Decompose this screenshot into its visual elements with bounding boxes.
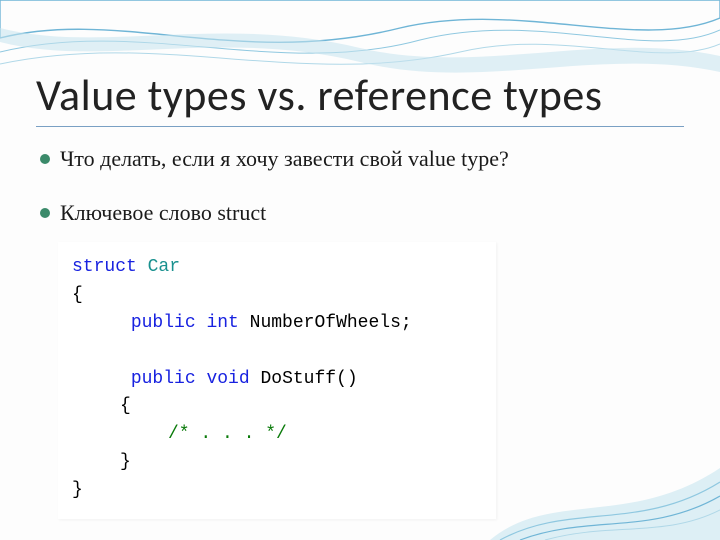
bullet-dot-icon xyxy=(40,154,50,164)
code-brace: } xyxy=(72,477,482,505)
bullet-item-1: Что делать, если я хочу завести свой val… xyxy=(40,146,509,172)
code-keyword: struct xyxy=(72,257,137,277)
code-keyword: public xyxy=(131,313,196,333)
code-keyword: public xyxy=(131,369,196,389)
title-underline xyxy=(36,126,684,127)
code-keyword: int xyxy=(206,313,238,333)
corner-waves xyxy=(490,420,720,540)
bullet-text: Ключевое слово struct xyxy=(60,200,266,226)
code-block: struct Car { public int NumberOfWheels; … xyxy=(58,242,496,519)
bullet-item-2: Ключевое слово struct xyxy=(40,200,266,226)
code-comment: /* . . . */ xyxy=(168,424,287,444)
code-keyword: void xyxy=(206,369,249,389)
code-brace: { xyxy=(120,396,131,416)
code-type: Car xyxy=(148,257,180,277)
bullet-text: Что делать, если я хочу завести свой val… xyxy=(60,146,509,172)
code-ident: NumberOfWheels; xyxy=(250,313,412,333)
bullet-dot-icon xyxy=(40,208,50,218)
slide-title: Value types vs. reference types xyxy=(36,68,603,122)
code-brace: { xyxy=(72,282,482,310)
code-ident: DoStuff() xyxy=(260,369,357,389)
code-brace: } xyxy=(120,452,131,472)
